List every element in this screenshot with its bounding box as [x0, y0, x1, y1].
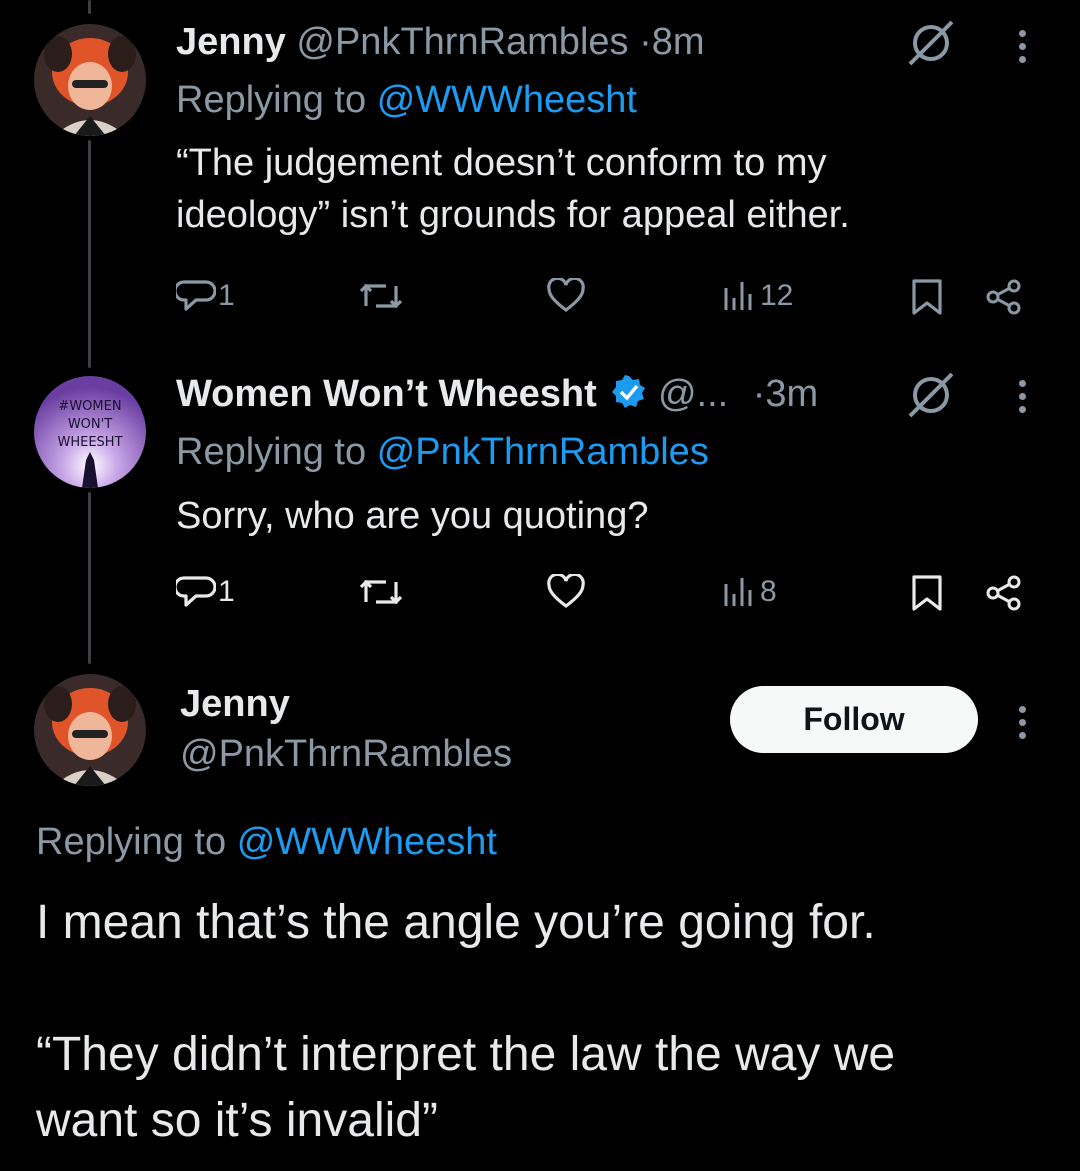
views-count: 12: [760, 279, 794, 312]
author-handle[interactable]: @PnkThrnRambles: [180, 728, 512, 780]
tweet-text-line: “They didn’t interpret the law the way w…: [36, 1028, 896, 1081]
avatar-image: [34, 24, 146, 136]
reply-count: 1: [218, 575, 235, 608]
views-button[interactable]: 8: [720, 574, 777, 610]
bookmark-icon: [912, 279, 942, 315]
like-button[interactable]: [546, 278, 586, 314]
avatar-image: [34, 674, 146, 786]
retweet-button[interactable]: [358, 278, 404, 314]
timestamp[interactable]: 3m: [765, 373, 818, 415]
thread-line-1: [88, 140, 91, 368]
tweet-text: I mean that’s the angle you’re going for…: [36, 890, 895, 1154]
follow-button[interactable]: Follow: [730, 686, 978, 753]
views-icon: [724, 282, 752, 310]
retweet-button[interactable]: [358, 574, 404, 610]
bookmark-button[interactable]: [910, 278, 944, 316]
grok-icon[interactable]: [904, 16, 958, 75]
grok-icon[interactable]: [904, 368, 958, 427]
reply-count: 1: [218, 279, 235, 312]
author-handle[interactable]: @PnkThrnRambles: [296, 21, 628, 63]
views-icon: [724, 578, 752, 606]
author-handle[interactable]: @...: [658, 373, 728, 415]
tweet-text-line: ideology” isn’t grounds for appeal eithe…: [176, 194, 850, 236]
tweet-header: Women Won’t Wheesht @... ·3m: [176, 368, 818, 424]
more-icon[interactable]: [1019, 30, 1027, 69]
replying-to-handle[interactable]: @WWWheesht: [237, 821, 497, 863]
share-button[interactable]: [984, 278, 1024, 316]
replying-prefix: Replying to: [36, 821, 227, 863]
views-count: 8: [760, 575, 777, 608]
bookmark-button[interactable]: [910, 574, 944, 612]
tweet-text-line: want so it’s invalid”: [36, 1094, 438, 1147]
reply-button[interactable]: 1: [176, 278, 235, 314]
like-icon: [547, 278, 585, 313]
retweet-icon: [359, 283, 403, 309]
tweet-text: “The judgement doesn’t conform to my ide…: [176, 137, 850, 241]
avatar[interactable]: [34, 674, 146, 786]
separator-dot: ·: [639, 21, 652, 63]
avatar[interactable]: #WOMEN WON'T WHEESHT: [34, 376, 146, 488]
avatar-text-line: #WOMEN: [58, 399, 121, 414]
replying-to-handle[interactable]: @PnkThrnRambles: [377, 431, 709, 473]
tweet-text-line: I mean that’s the angle you’re going for…: [36, 896, 876, 949]
author-name[interactable]: Jenny: [176, 21, 286, 63]
like-button[interactable]: [546, 574, 586, 610]
author-name[interactable]: Jenny: [180, 678, 290, 730]
share-button[interactable]: [984, 574, 1024, 612]
separator-dot: ·: [752, 373, 766, 415]
replying-to: Replying to @PnkThrnRambles: [176, 426, 709, 478]
views-button[interactable]: 12: [720, 278, 793, 314]
bookmark-icon: [912, 575, 942, 611]
avatar-text-line: WHEESHT: [57, 435, 122, 450]
reply-icon: [176, 576, 216, 607]
replying-prefix: Replying to: [176, 79, 367, 121]
tweet-text: Sorry, who are you quoting?: [176, 490, 648, 542]
tweet-text-line: “The judgement doesn’t conform to my: [176, 142, 827, 184]
timestamp[interactable]: 8m: [652, 21, 705, 63]
avatar-text-line: WON'T: [68, 417, 112, 432]
thread-line-top: [88, 0, 91, 14]
avatar-image: #WOMEN WON'T WHEESHT: [34, 376, 146, 488]
reply-button[interactable]: 1: [176, 574, 235, 610]
verified-badge-icon: [611, 372, 647, 424]
author-name[interactable]: Women Won’t Wheesht: [176, 373, 597, 415]
retweet-icon: [359, 579, 403, 605]
like-icon: [547, 574, 585, 609]
share-icon: [986, 279, 1021, 315]
share-icon: [986, 575, 1021, 611]
tweet-header: Jenny @PnkThrnRambles ·8m: [176, 16, 705, 68]
more-icon[interactable]: [1019, 380, 1027, 419]
reply-icon: [176, 280, 216, 311]
thread-line-2: [88, 492, 91, 664]
replying-to: Replying to @WWWheesht: [176, 74, 637, 126]
replying-prefix: Replying to: [176, 431, 367, 473]
more-icon[interactable]: [1019, 706, 1027, 745]
replying-to-handle[interactable]: @WWWheesht: [377, 79, 637, 121]
replying-to: Replying to @WWWheesht: [36, 816, 497, 868]
tweet-text-line: Sorry, who are you quoting?: [176, 495, 649, 537]
avatar[interactable]: [34, 24, 146, 136]
